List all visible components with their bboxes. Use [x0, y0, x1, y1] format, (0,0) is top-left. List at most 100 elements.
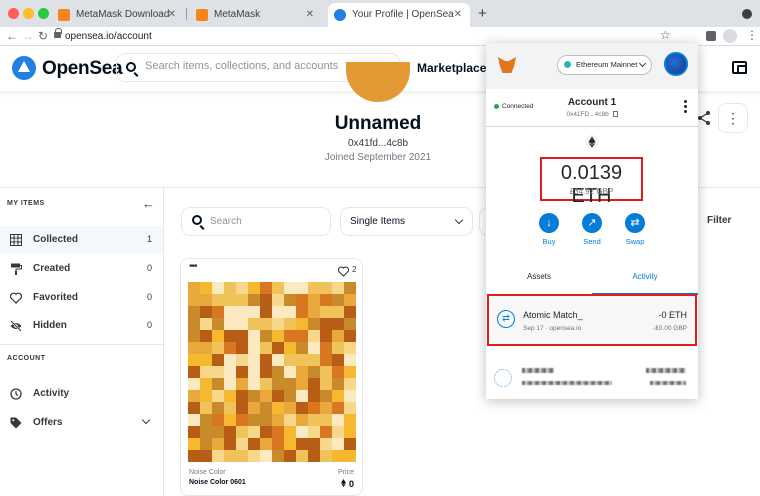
sidebar-item-activity[interactable]: Activity	[0, 380, 163, 407]
send-button[interactable]: ↗ Send	[577, 213, 607, 246]
browser-menu-icon[interactable]: ⋮	[746, 28, 758, 42]
copy-icon	[612, 111, 618, 117]
profile-avatar-image	[346, 62, 410, 102]
bookmark-star-icon[interactable]: ☆	[660, 28, 671, 42]
account-heading: ACCOUNT	[7, 355, 46, 362]
swap-icon: ⇄	[497, 310, 515, 328]
transaction-date: Sep 17 · opensea.io	[523, 325, 582, 332]
network-status-dot	[564, 61, 571, 68]
sidebar-item-label: Favorited	[33, 292, 79, 303]
share-icon[interactable]	[696, 110, 712, 126]
sidebar-item-count: 1	[146, 234, 152, 244]
close-icon[interactable]: ✕	[306, 3, 314, 27]
account-address-text: 0x41FD...4c8b	[566, 111, 609, 118]
close-window-button[interactable]	[8, 8, 19, 19]
transaction-title: Atomic Match_	[523, 310, 583, 320]
sidebar-item-label: Created	[33, 263, 71, 274]
back-arrow-icon[interactable]: ←	[6, 28, 18, 44]
eth-icon	[341, 479, 346, 487]
maximize-window-button[interactable]	[38, 8, 49, 19]
tab-assets[interactable]: Assets	[486, 265, 592, 295]
tab-title: MetaMask Download	[76, 9, 170, 20]
items-search-box: Search	[181, 207, 331, 236]
account-name[interactable]: Account 1	[542, 97, 642, 108]
redacted-text	[522, 368, 554, 373]
search-icon	[126, 62, 136, 72]
browser-tab-metamask[interactable]: MetaMask ✕	[190, 3, 322, 27]
url-field[interactable]: opensea.io/account	[65, 29, 152, 44]
browser-tab-metamask-download[interactable]: MetaMask Download ✕	[52, 3, 184, 27]
swap-button[interactable]: ⇄ Swap	[620, 213, 650, 246]
reload-icon[interactable]: ↻	[38, 28, 48, 44]
sidebar-item-label: Collected	[33, 234, 79, 245]
price-label: Price	[338, 469, 354, 476]
more-options-icon[interactable]: •••	[189, 261, 197, 272]
network-selector[interactable]: Ethereum Mainnet	[557, 55, 652, 75]
network-name: Ethereum Mainnet	[576, 60, 638, 69]
new-tab-button[interactable]: +	[478, 5, 487, 22]
wallet-icon[interactable]	[732, 61, 747, 74]
metamask-fox-icon	[196, 9, 208, 21]
browser-tab-opensea[interactable]: Your Profile | OpenSea ✕	[328, 3, 470, 27]
opensea-brand[interactable]: OpenSea	[42, 58, 123, 80]
chevron-down-icon	[454, 215, 464, 225]
filter-label: Filter	[707, 215, 732, 226]
connection-status[interactable]: Connected	[494, 103, 533, 110]
sidebar-item-created[interactable]: Created 0	[0, 255, 163, 282]
sidebar-item-label: Activity	[33, 388, 70, 399]
profile-address[interactable]: 0x41fd...4c8b	[278, 138, 478, 149]
item-type-value: Single Items	[350, 216, 406, 227]
buy-button[interactable]: ↓ Buy	[534, 213, 564, 246]
heart-icon[interactable]	[337, 264, 350, 282]
sidebar-item-hidden[interactable]: Hidden 0	[0, 312, 163, 339]
nft-card[interactable]: ••• 2 Noise Color Noise Color 0601 Price…	[180, 258, 363, 496]
sidebar-item-count: 0	[146, 263, 152, 273]
arrow-up-right-icon: ↗	[582, 213, 602, 233]
metamask-top-bar: Ethereum Mainnet	[486, 43, 698, 89]
ethereum-logo-icon	[585, 135, 599, 149]
close-icon[interactable]: ✕	[168, 3, 176, 27]
items-search-input[interactable]: Search	[210, 216, 242, 227]
search-icon	[192, 215, 202, 225]
heart-icon	[9, 291, 23, 304]
redacted-text	[646, 368, 686, 373]
eth-balance: 0.0139 ETH	[560, 162, 623, 207]
nft-name[interactable]: Noise Color 0601	[189, 479, 246, 486]
profile-avatar[interactable]	[723, 29, 737, 43]
sidebar-item-offers[interactable]: Offers	[0, 409, 163, 436]
sidebar-item-label: Offers	[33, 417, 63, 428]
sidebar-item-favorited[interactable]: Favorited 0	[0, 284, 163, 311]
opensea-logo-icon	[334, 9, 346, 21]
redacted-transaction-row[interactable]	[486, 353, 698, 399]
forward-arrow-icon[interactable]: →	[22, 28, 34, 44]
collapse-sidebar-arrow-icon[interactable]: ←	[142, 196, 155, 211]
tag-icon	[10, 416, 22, 429]
action-label: Swap	[625, 237, 645, 246]
sidebar-item-collected[interactable]: Collected 1	[0, 226, 163, 253]
more-options-icon[interactable]: ⋮	[718, 103, 748, 133]
tab-search-icon[interactable]	[742, 9, 752, 19]
transaction-row[interactable]: ⇄ Atomic Match_ Sep 17 · opensea.io -0 E…	[487, 294, 697, 346]
extensions-puzzle-icon[interactable]	[706, 31, 716, 41]
swap-icon: ⇄	[625, 213, 645, 233]
nav-marketplace[interactable]: Marketplace	[417, 61, 486, 75]
opensea-logo-icon[interactable]	[12, 56, 36, 80]
filter-button[interactable]: Filter	[688, 207, 760, 236]
close-icon[interactable]: ✕	[454, 3, 462, 27]
redacted-text	[650, 381, 686, 385]
account-options-icon[interactable]	[684, 100, 687, 113]
browser-tab-bar: MetaMask Download ✕ MetaMask ✕ Your Prof…	[0, 0, 760, 27]
item-type-select[interactable]: Single Items	[340, 207, 473, 236]
grid-icon	[10, 233, 22, 246]
like-count: 2	[352, 265, 357, 274]
minimize-window-button[interactable]	[23, 8, 34, 19]
tab-title: Your Profile | OpenSea	[352, 9, 454, 20]
account-bar: Connected Account 1 0x41FD...4c8b	[486, 89, 698, 127]
transaction-fiat: -£0.00 GBP	[653, 325, 687, 332]
sidebar-divider	[0, 344, 163, 345]
tab-activity[interactable]: Activity	[592, 265, 698, 295]
account-avatar[interactable]	[664, 52, 688, 76]
nft-collection-name[interactable]: Noise Color	[189, 469, 226, 476]
nft-image	[188, 282, 356, 462]
account-address[interactable]: 0x41FD...4c8b	[542, 111, 642, 118]
